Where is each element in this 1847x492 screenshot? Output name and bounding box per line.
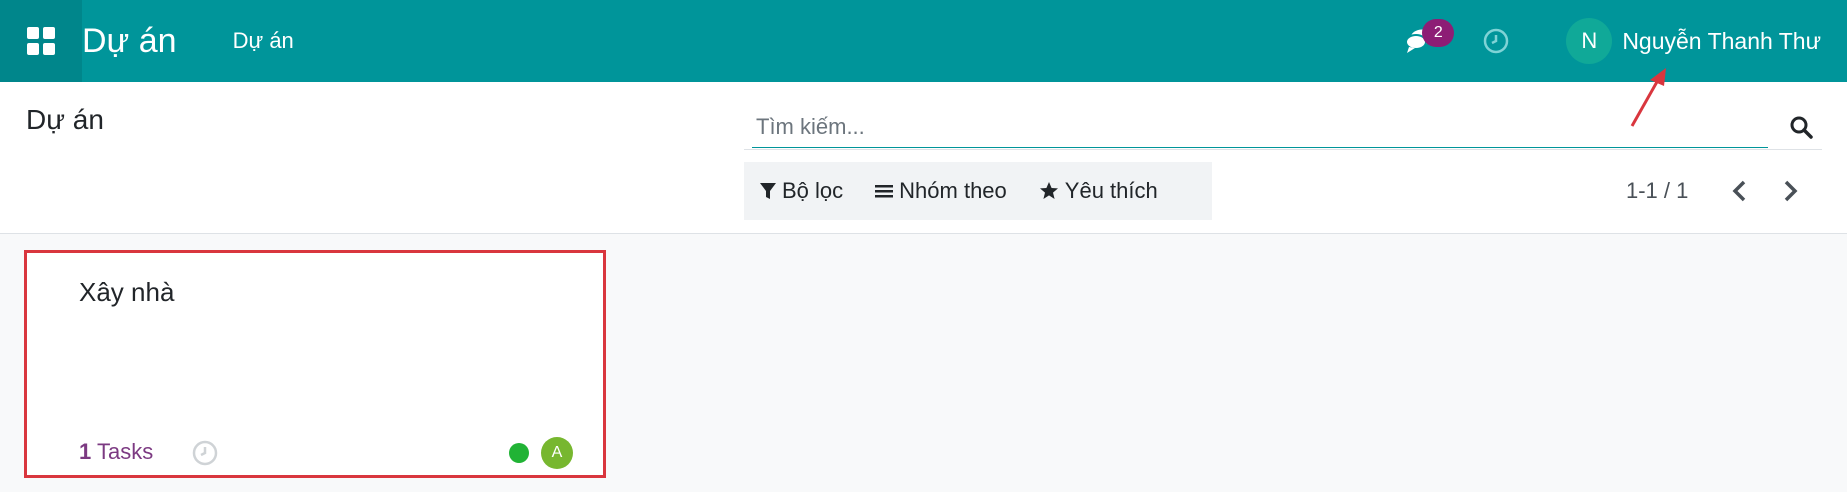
user-avatar: N xyxy=(1566,18,1613,64)
favorites-button[interactable]: Yêu thích xyxy=(1023,162,1174,220)
group-by-label: Nhóm theo xyxy=(899,178,1007,203)
activities-button[interactable] xyxy=(1476,21,1516,61)
chevron-left-icon xyxy=(1732,180,1746,202)
apps-menu-button[interactable] xyxy=(0,0,82,82)
list-icon xyxy=(875,185,894,198)
annotation-arrow-icon xyxy=(1630,68,1666,127)
group-by-button[interactable]: Nhóm theo xyxy=(859,162,1023,220)
user-menu[interactable]: N Nguyễn Thanh Thư xyxy=(1566,18,1821,64)
tasks-link[interactable]: 1 Tasks xyxy=(79,439,153,465)
project-card[interactable]: Xây nhà 1 Tasks A xyxy=(24,250,606,478)
apps-grid-icon xyxy=(27,27,55,55)
user-name: Nguyễn Thanh Thư xyxy=(1622,27,1821,54)
favorites-label: Yêu thích xyxy=(1064,178,1158,203)
messages-button[interactable]: 2 xyxy=(1400,19,1455,61)
search-icon xyxy=(1790,116,1813,139)
task-count: 1 xyxy=(79,439,92,464)
search-input[interactable] xyxy=(752,106,1768,148)
filter-icon xyxy=(760,183,776,199)
pager-value[interactable]: 1-1 / 1 xyxy=(1626,178,1688,204)
pager-previous-button[interactable] xyxy=(1724,174,1754,208)
star-icon xyxy=(1039,182,1058,199)
search-button[interactable] xyxy=(1784,110,1818,144)
top-navbar: Dự án Dự án 2 N Nguyễn Thanh Thư xyxy=(0,0,1847,82)
messages-count-badge: 2 xyxy=(1422,19,1455,47)
project-title: Xây nhà xyxy=(79,277,175,307)
activity-clock-icon[interactable] xyxy=(191,439,219,467)
filters-label: Bộ lọc xyxy=(782,178,844,203)
page-title: Dự án xyxy=(26,104,104,135)
app-title[interactable]: Dự án xyxy=(82,22,191,61)
status-indicator[interactable] xyxy=(509,443,529,463)
assignee-avatar: A xyxy=(541,437,573,469)
filters-button[interactable]: Bộ lọc xyxy=(744,162,859,220)
control-panel: Dự án Bộ lọc Nhóm theo xyxy=(0,82,1847,234)
search-options: Bộ lọc Nhóm theo Yêu thích xyxy=(744,162,1212,220)
clock-icon xyxy=(1484,28,1509,54)
menu-item-projects[interactable]: Dự án xyxy=(233,28,294,54)
chevron-right-icon xyxy=(1784,180,1798,202)
task-label: Tasks xyxy=(91,439,154,464)
pager-next-button[interactable] xyxy=(1776,174,1806,208)
